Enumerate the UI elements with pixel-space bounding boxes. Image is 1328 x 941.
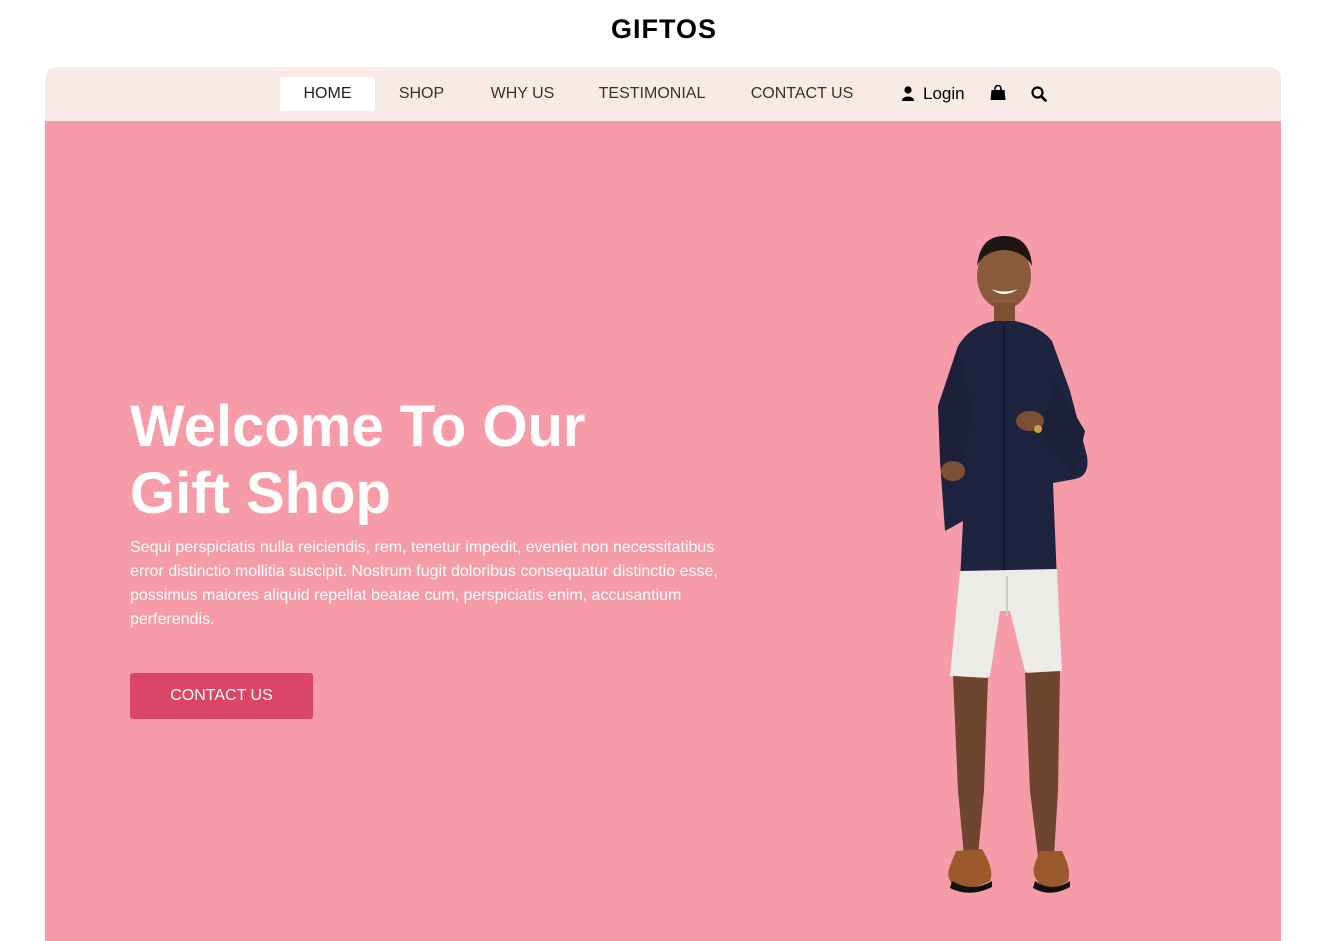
brand-logo[interactable]: GIFTOS bbox=[0, 14, 1328, 45]
search-icon[interactable] bbox=[1031, 86, 1047, 102]
contact-us-button[interactable]: CONTACT US bbox=[130, 673, 313, 719]
nav-item-why-us[interactable]: WHY US bbox=[485, 77, 560, 111]
user-icon bbox=[902, 86, 914, 101]
hero-description: Sequi perspiciatis nulla reiciendis, rem… bbox=[130, 539, 718, 628]
hero-title-line1: Welcome To Our bbox=[130, 394, 586, 459]
page: GIFTOS HOME SHOP WHY US TESTIMONIAL CONT… bbox=[0, 0, 1328, 941]
shopping-bag-icon[interactable] bbox=[990, 85, 1006, 101]
navbar: HOME SHOP WHY US TESTIMONIAL CONTACT US … bbox=[45, 67, 1281, 121]
nav-item-contact-us[interactable]: CONTACT US bbox=[747, 77, 857, 111]
hero-section: Welcome To Our Gift Shop Sequi perspicia… bbox=[45, 121, 1281, 941]
login-link[interactable]: Login bbox=[902, 84, 972, 104]
hero-title: Welcome To Our Gift Shop bbox=[130, 393, 690, 527]
hero-title-line2: Gift Shop bbox=[130, 461, 391, 526]
nav-item-home[interactable]: HOME bbox=[280, 77, 375, 111]
nav-item-shop[interactable]: SHOP bbox=[390, 77, 453, 111]
hero-man-image bbox=[938, 236, 1088, 893]
nav-item-testimonial[interactable]: TESTIMONIAL bbox=[597, 77, 707, 111]
login-label: Login bbox=[923, 84, 965, 103]
